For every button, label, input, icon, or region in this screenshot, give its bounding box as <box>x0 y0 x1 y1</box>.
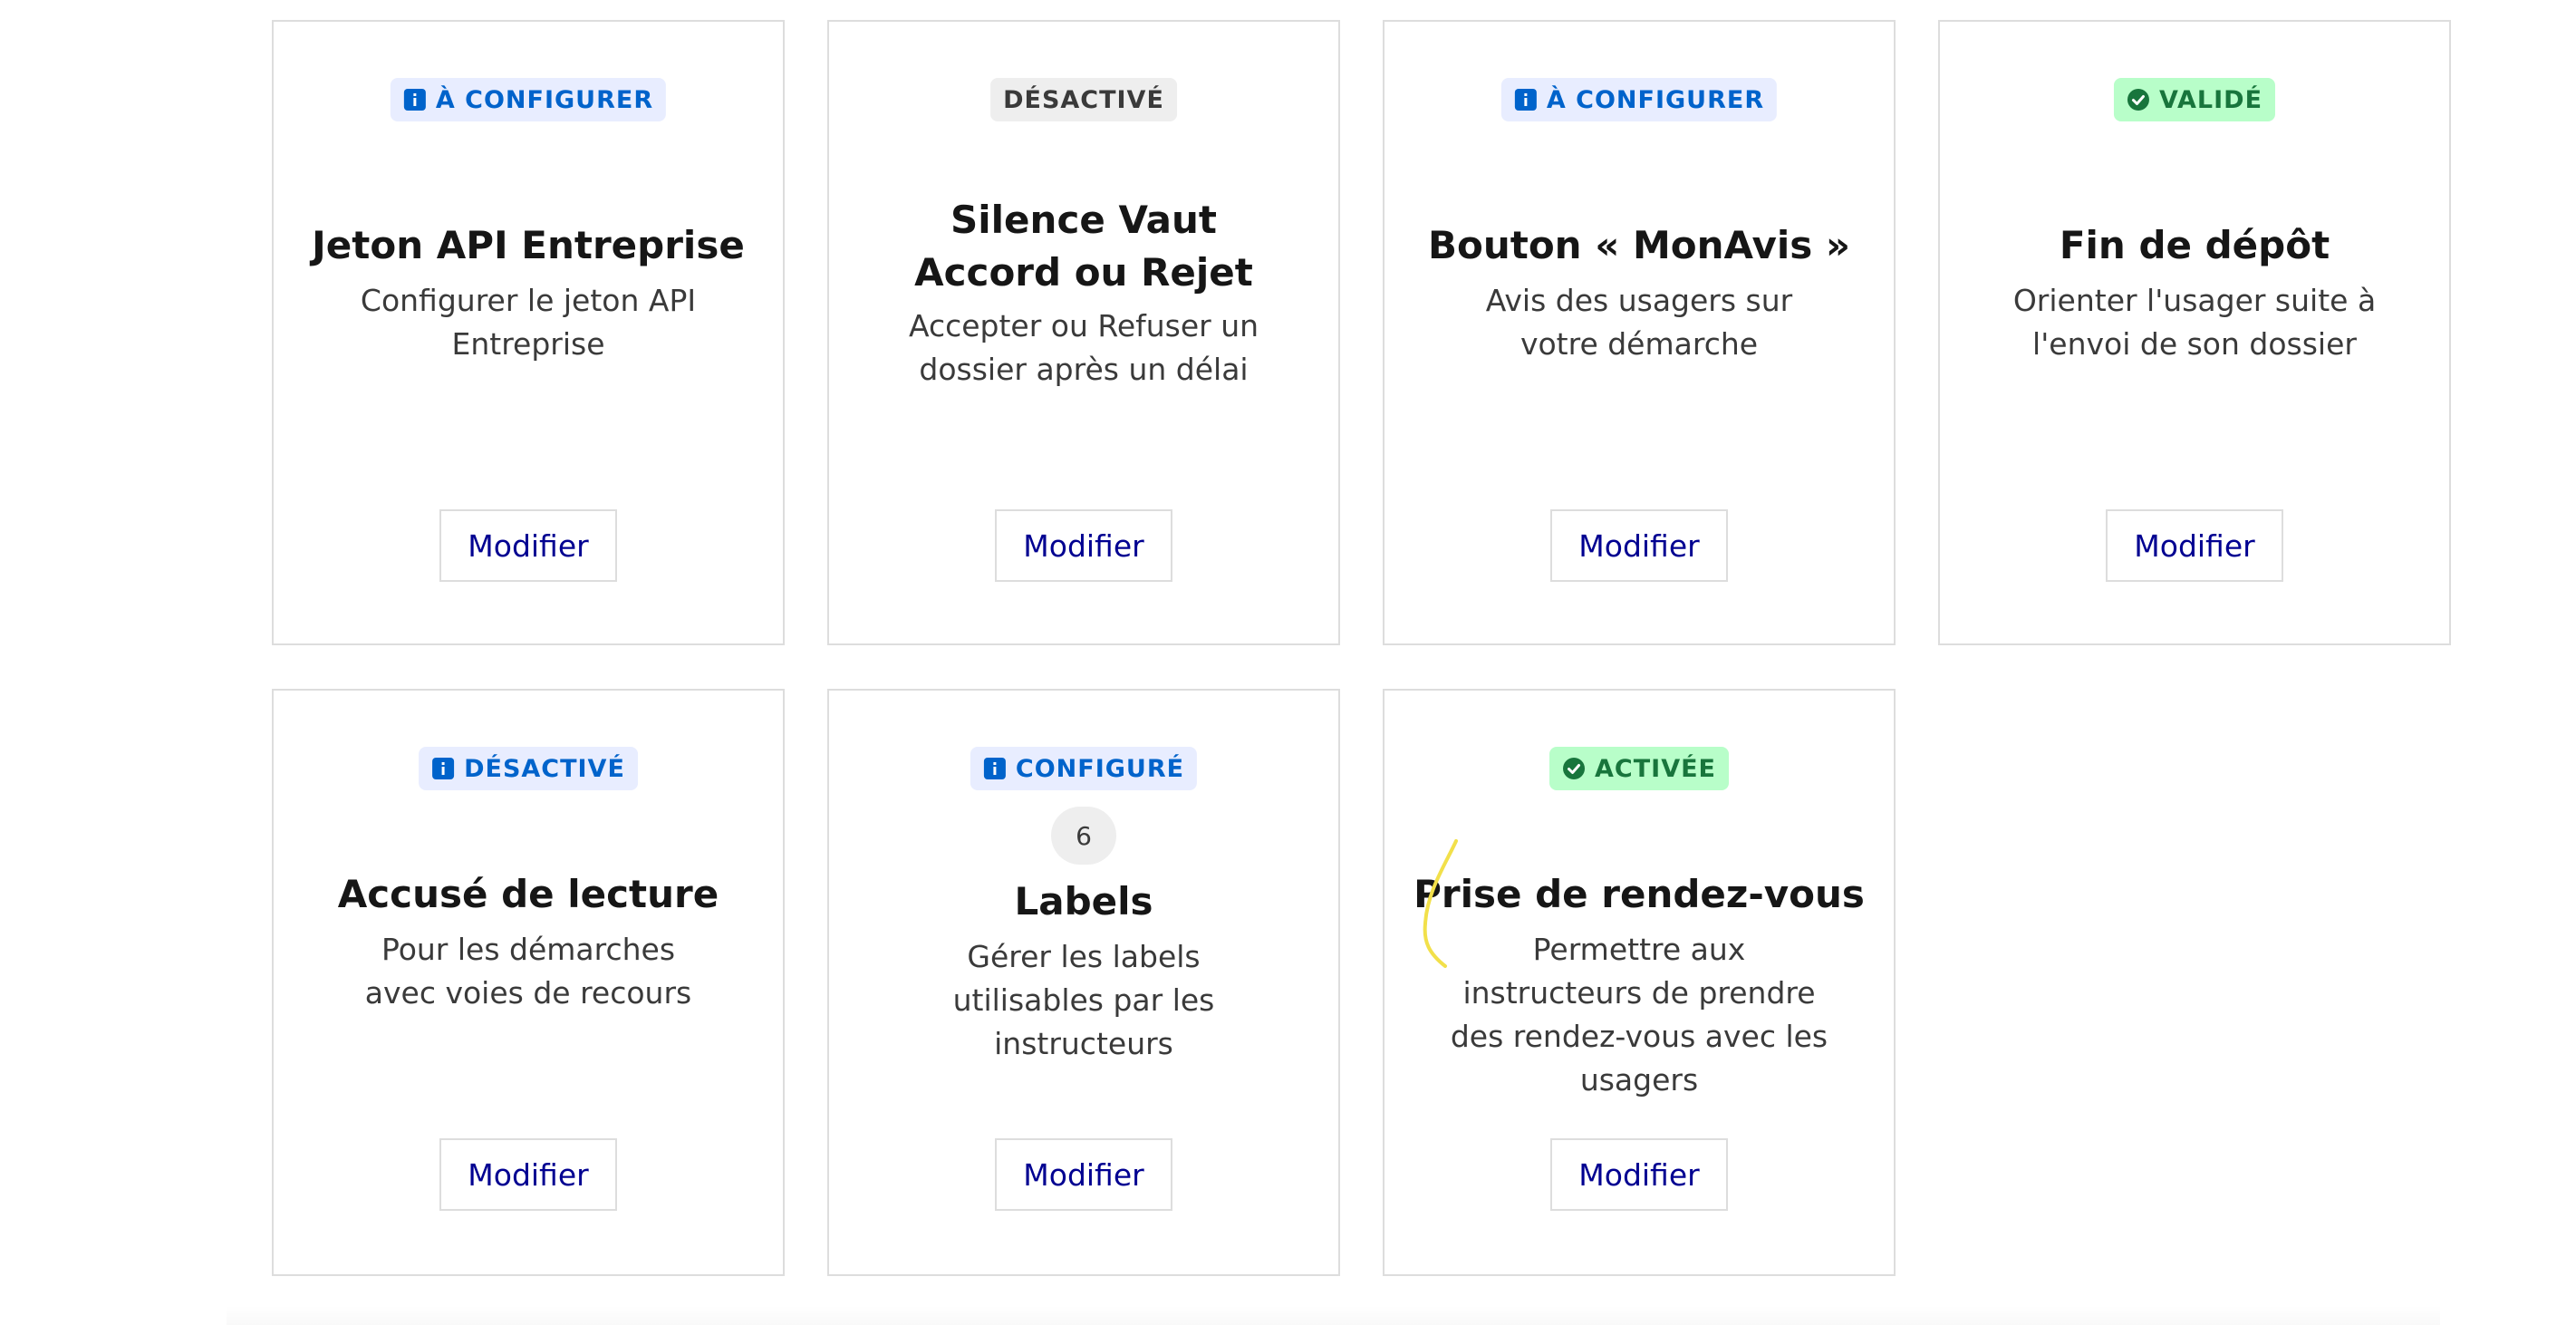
card-description: Gérer les labels utilisables par les ins… <box>952 939 1215 1061</box>
status-badge: VALIDÉ <box>2113 78 2276 121</box>
status-badge: À CONFIGURER <box>1500 78 1778 121</box>
card-description: Pour les démarches avec voies de recours <box>364 932 692 1011</box>
status-badge-label: CONFIGURÉ <box>1015 754 1185 783</box>
modifier-button[interactable]: Modifier <box>439 1138 617 1211</box>
status-badge-label: À CONFIGURER <box>1546 85 1765 114</box>
card-prise-de-rendez-vous: ACTIVÉE Prise de rendez-vous Permettre a… <box>1383 689 1896 1276</box>
card-title: Jeton API Entreprise <box>312 223 745 267</box>
yellow-annotation-stroke <box>1423 839 1458 968</box>
info-icon <box>983 757 1007 780</box>
info-icon <box>403 88 427 111</box>
status-badge: DÉSACTIVÉ <box>419 747 638 790</box>
info-icon <box>1514 88 1538 111</box>
card-silence-vaut-accord: DÉSACTIVÉ Silence Vaut Accord ou Rejet A… <box>827 20 1340 645</box>
card-title: Bouton « MonAvis » <box>1427 223 1851 267</box>
info-icon <box>431 757 455 780</box>
modifier-button[interactable]: Modifier <box>1550 1138 1728 1211</box>
card-description: Avis des usagers sur votre démarche <box>1485 283 1793 362</box>
card-title: Fin de dépôt <box>2059 223 2330 267</box>
check-circle-icon <box>2127 88 2150 111</box>
status-badge-label: ACTIVÉE <box>1595 754 1716 783</box>
card-description: Configurer le jeton API Entreprise <box>360 283 697 362</box>
modifier-button[interactable]: Modifier <box>439 509 617 582</box>
card-accuse-de-lecture: DÉSACTIVÉ Accusé de lecture Pour les dém… <box>272 689 785 1276</box>
modifier-button[interactable]: Modifier <box>995 1138 1172 1211</box>
card-title: Silence Vaut Accord ou Rejet <box>914 198 1253 295</box>
status-badge: ACTIVÉE <box>1549 747 1729 790</box>
card-description: Permettre aux instructeurs de prendre de… <box>1450 932 1828 1098</box>
card-description: Accepter ou Refuser un dossier après un … <box>908 308 1259 387</box>
status-badge-label: DÉSACTIVÉ <box>1003 85 1164 114</box>
modifier-button[interactable]: Modifier <box>1550 509 1728 582</box>
check-circle-icon <box>1562 757 1586 780</box>
status-badge: CONFIGURÉ <box>970 747 1198 790</box>
modifier-button[interactable]: Modifier <box>995 509 1172 582</box>
card-title: Labels <box>1014 879 1153 924</box>
status-badge: À CONFIGURER <box>390 78 667 121</box>
card-labels: CONFIGURÉ 6 Labels Gérer les labels util… <box>827 689 1340 1276</box>
card-title: Accusé de lecture <box>337 872 719 916</box>
bottom-fade <box>227 1305 2440 1325</box>
status-badge-label: VALIDÉ <box>2158 85 2263 114</box>
status-badge-label: À CONFIGURER <box>435 85 654 114</box>
procedure-options-grid: À CONFIGURER Jeton API Entreprise Config… <box>0 0 2576 1325</box>
status-badge: DÉSACTIVÉ <box>990 78 1177 121</box>
card-description: Orienter l'usager suite à l'envoi de son… <box>2012 283 2377 362</box>
card-title: Prise de rendez-vous <box>1413 872 1865 916</box>
modifier-button[interactable]: Modifier <box>2106 509 2283 582</box>
status-badge-label: DÉSACTIVÉ <box>464 754 625 783</box>
labels-count-badge: 6 <box>1051 807 1116 865</box>
card-bouton-monavis: À CONFIGURER Bouton « MonAvis » Avis des… <box>1383 20 1896 645</box>
card-fin-de-depot: VALIDÉ Fin de dépôt Orienter l'usager su… <box>1938 20 2451 645</box>
card-jeton-api-entreprise: À CONFIGURER Jeton API Entreprise Config… <box>272 20 785 645</box>
